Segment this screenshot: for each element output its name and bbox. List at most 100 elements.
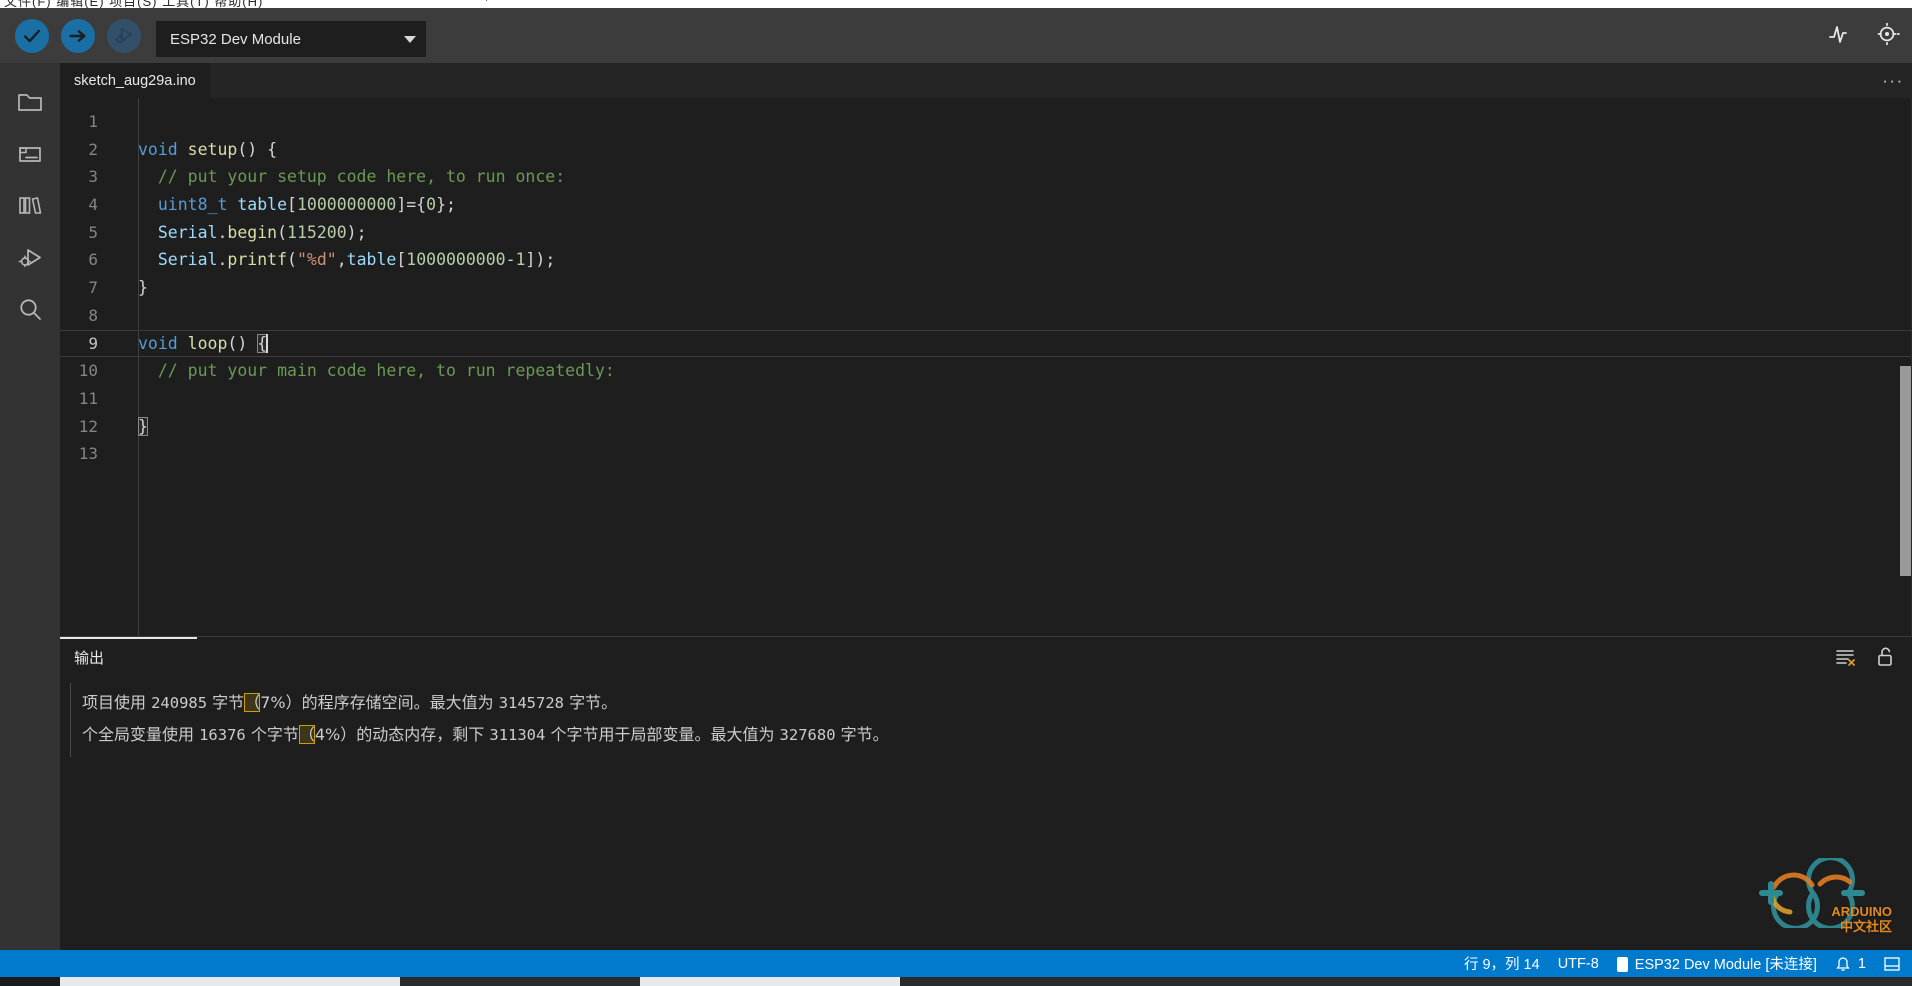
code-token: () (227, 333, 258, 353)
serial-plotter-button[interactable] (1826, 21, 1852, 47)
status-notifications[interactable]: 1 (1835, 956, 1866, 972)
code-text: Serial.begin(115200); (138, 219, 367, 247)
code-token: }; (436, 195, 456, 215)
output-number: 3145728 (498, 694, 565, 712)
output-line: 个全局变量使用 16376 个字节（4%）的动态内存，剩下 311304 个字节… (82, 719, 1912, 751)
output-search-highlight: （ (298, 725, 315, 744)
line-number: 5 (88, 222, 98, 242)
output-number: 16376 (199, 726, 246, 744)
taskbar-window-3[interactable] (640, 977, 900, 986)
line-number: 10 (78, 361, 98, 381)
code-line[interactable]: 7} (60, 274, 1912, 302)
line-number: 2 (88, 139, 98, 159)
line-number: 4 (88, 195, 98, 215)
status-encoding[interactable]: UTF-8 (1558, 956, 1599, 972)
code-token: 1000000000 (296, 195, 397, 215)
serial-monitor-plug-icon (1877, 22, 1900, 46)
editor-vertical-scrollbar[interactable] (1898, 108, 1912, 636)
output-panel-tab[interactable]: 输出 (60, 637, 198, 677)
code-line[interactable]: 3 // put your setup code here, to run on… (60, 163, 1912, 191)
output-number: 327680 (779, 726, 836, 744)
code-line[interactable]: 10 // put your main code here, to run re… (60, 357, 1912, 385)
upload-button[interactable] (61, 18, 95, 53)
code-line[interactable]: 6 Serial.printf("%d",table[1000000000-1]… (60, 246, 1912, 274)
code-text: Serial.printf("%d",table[1000000000-1]); (138, 246, 555, 274)
code-line[interactable]: 1 (60, 108, 1912, 136)
code-token: table (237, 195, 288, 215)
waveform-icon (1829, 26, 1847, 43)
sidebar-item-library-manager[interactable] (0, 179, 60, 231)
code-text: void setup() { (138, 136, 277, 164)
debug-button[interactable] (107, 18, 141, 53)
verify-button[interactable] (15, 18, 49, 53)
editor-tab-label: sketch_aug29a.ino (74, 73, 196, 89)
line-number: 7 (88, 278, 98, 298)
folder-icon (18, 94, 42, 111)
editor-more-actions-button[interactable]: ··· (1874, 63, 1912, 98)
output-text: 个字节 (245, 725, 299, 744)
code-token: 0 (426, 195, 437, 215)
status-board[interactable]: ESP32 Dev Module [未连接] (1616, 953, 1817, 974)
editor-tab-sketch[interactable]: sketch_aug29a.ino (60, 63, 210, 98)
code-token: . (217, 250, 228, 270)
board-selector[interactable]: ESP32 Dev Module (156, 21, 426, 57)
code-token: } (138, 278, 148, 298)
code-editor[interactable]: 1 2 void setup() {3 // put your setup code… (60, 98, 1912, 636)
editor-scrollbar-thumb[interactable] (1900, 366, 1911, 576)
sidebar-item-search[interactable] (0, 283, 60, 335)
code-text: } (138, 274, 148, 302)
taskbar-window-1[interactable] (60, 977, 400, 986)
taskbar-window-4[interactable] (900, 977, 1912, 986)
code-token: () { (237, 139, 278, 159)
taskbar-window-2[interactable] (400, 977, 640, 986)
line-number: 6 (88, 250, 98, 270)
output-panel-actions (1834, 646, 1912, 668)
code-token: Serial (157, 250, 218, 270)
output-text: 字节 (207, 693, 245, 712)
code-line[interactable]: 12} (60, 413, 1912, 441)
clear-output-button[interactable] (1834, 646, 1856, 668)
code-text: } (138, 413, 148, 441)
code-token: 115200 (287, 222, 347, 242)
code-line[interactable]: 4 uint8_t table[1000000000]={0}; (60, 191, 1912, 219)
code-line[interactable]: 5 Serial.begin(115200); (60, 219, 1912, 247)
menu-bar[interactable]: 文件(F) 编辑(E) 项目(S) 工具(T) 帮助(H) (0, 0, 1912, 9)
output-text: 4%）的动态内存，剩下 (314, 725, 490, 744)
editor-tab-bar: sketch_aug29a.ino ··· (60, 63, 1912, 98)
clear-output-icon (1836, 650, 1855, 666)
output-panel-body[interactable]: 项目使用 240985 字节（7%）的程序存储空间。最大值为 3145728 字… (60, 677, 1912, 951)
code-line[interactable]: 2 void setup() { (60, 136, 1912, 164)
output-search-highlight: （ (244, 693, 261, 712)
serial-monitor-button[interactable] (1874, 21, 1900, 47)
code-token: loop (187, 333, 228, 353)
code-line[interactable]: 8 (60, 302, 1912, 330)
status-notifications-count: 1 (1857, 955, 1866, 972)
sidebar-item-sketchbook[interactable] (0, 75, 60, 127)
board-chip-icon (1616, 957, 1628, 972)
code-token: uint8_t (157, 195, 228, 215)
sidebar-item-debug[interactable] (0, 231, 60, 283)
status-bar: 行 9，列 14 UTF-8 ESP32 Dev Module [未连接] 1 (0, 950, 1912, 977)
sidebar-item-boards-manager[interactable] (0, 127, 60, 179)
line-number: 12 (78, 416, 98, 436)
line-number: 8 (88, 305, 98, 325)
desktop-taskbar-strip (0, 977, 1912, 986)
output-text: 7%）的程序存储空间。最大值为 (260, 693, 499, 712)
status-cursor-position[interactable]: 行 9，列 14 (1464, 953, 1540, 974)
line-number: 13 (78, 444, 98, 464)
toggle-autoscroll-button[interactable] (1874, 646, 1896, 668)
output-log-lines: 项目使用 240985 字节（7%）的程序存储空间。最大值为 3145728 字… (82, 687, 1912, 751)
code-line[interactable]: 13 (60, 440, 1912, 468)
bell-icon (1836, 956, 1850, 971)
code-text: // put your setup code here, to run once… (138, 163, 565, 191)
code-line[interactable]: 11 (60, 385, 1912, 413)
code-line[interactable]: 9 void loop() { (60, 329, 1912, 358)
code-text: // put your main code here, to run repea… (138, 357, 615, 385)
code-token: - (505, 250, 516, 270)
status-layout-toggle[interactable] (1884, 956, 1900, 971)
code-text: uint8_t table[1000000000]={0}; (138, 191, 456, 219)
output-panel-header: 输出 (60, 637, 1912, 677)
